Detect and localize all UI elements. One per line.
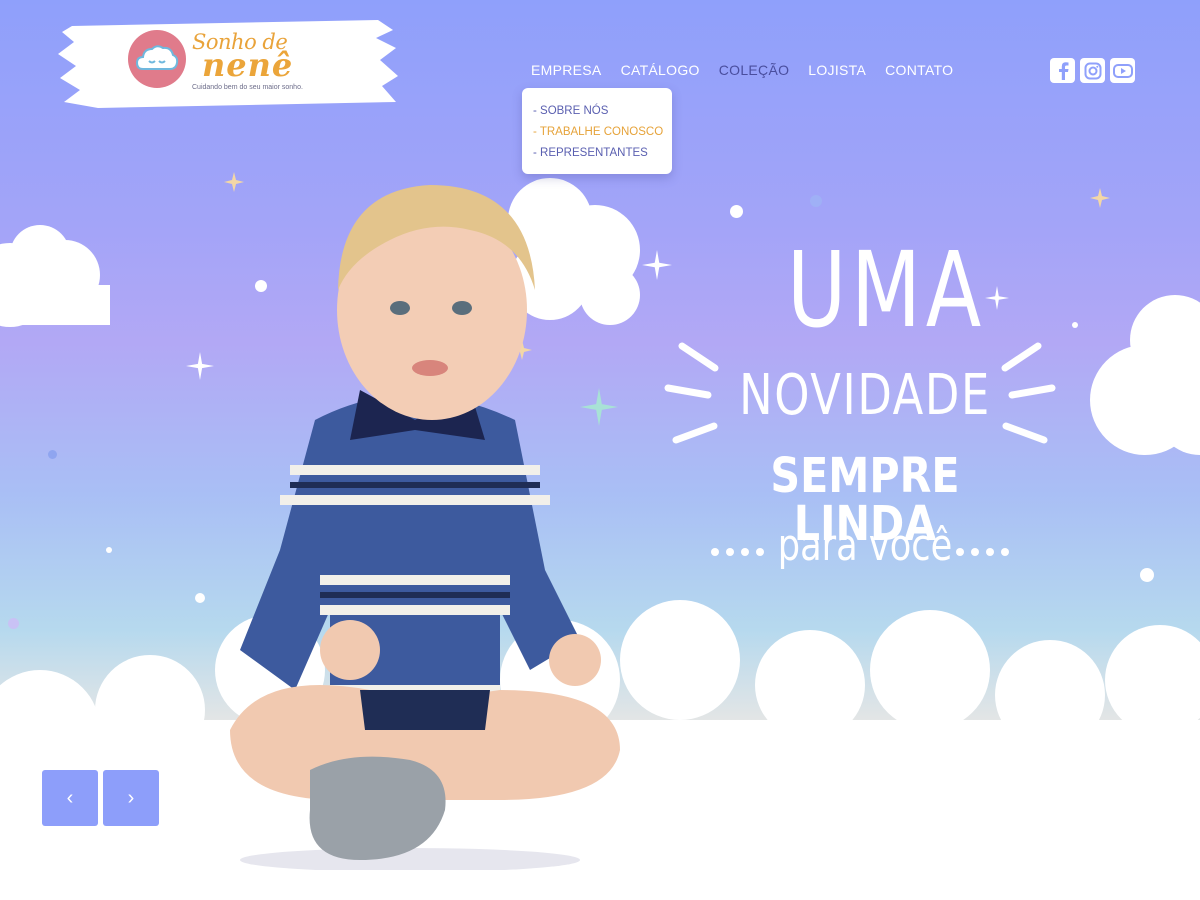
dropdown-item-representantes[interactable]: - REPRESENTANTES — [533, 143, 672, 164]
headline-line-4: para você — [777, 520, 953, 571]
instagram-icon[interactable] — [1080, 58, 1105, 83]
dot — [730, 205, 743, 218]
dot — [8, 618, 19, 629]
social-links — [1050, 58, 1135, 83]
nav-item-contato[interactable]: CONTATO — [885, 62, 953, 78]
cloud-left — [0, 225, 110, 327]
dot — [1140, 568, 1154, 582]
slider-prev-button[interactable]: ‹ — [42, 770, 98, 826]
youtube-icon[interactable] — [1110, 58, 1135, 83]
brand-name-line2: nenê — [202, 46, 294, 84]
cloud-right — [1090, 295, 1200, 455]
dropdown-item-trabalhe-conosco[interactable]: - TRABALHE CONOSCO — [533, 122, 672, 143]
cloud-logo-icon — [128, 30, 186, 88]
hero-headline: UMA NOVIDADE SEMPRE LINDA para você — [660, 238, 1060, 588]
dot — [48, 450, 57, 459]
headline-line-2: NOVIDADE — [739, 363, 991, 428]
dot — [106, 547, 112, 553]
facebook-icon[interactable] — [1050, 58, 1075, 83]
empresa-dropdown-menu: - SOBRE NÓS - TRABALHE CONOSCO - REPRESE… — [522, 88, 672, 174]
dot — [1072, 322, 1078, 328]
brand-tagline: Cuidando bem do seu maior sonho. — [192, 84, 303, 91]
hero-page: Sonho de nenê Cuidando bem do seu maior … — [0, 0, 1200, 900]
nav-item-colecao[interactable]: COLEÇÃO — [719, 62, 790, 78]
headline-line-1: UMA — [787, 229, 986, 351]
main-nav: EMPRESA CATÁLOGO COLEÇÃO LOJISTA CONTATO — [531, 62, 953, 78]
nav-item-empresa[interactable]: EMPRESA — [531, 62, 602, 78]
dropdown-item-sobre-nos[interactable]: - SOBRE NÓS — [533, 101, 672, 122]
brand-logo[interactable]: Sonho de nenê Cuidando bem do seu maior … — [58, 18, 398, 110]
dot — [810, 195, 822, 207]
baby-model-image — [230, 185, 620, 870]
nav-item-lojista[interactable]: LOJISTA — [808, 62, 866, 78]
sparkle-star-2 — [1090, 188, 1110, 208]
nav-item-catalogo[interactable]: CATÁLOGO — [621, 62, 700, 78]
slider-next-button[interactable]: › — [103, 770, 159, 826]
